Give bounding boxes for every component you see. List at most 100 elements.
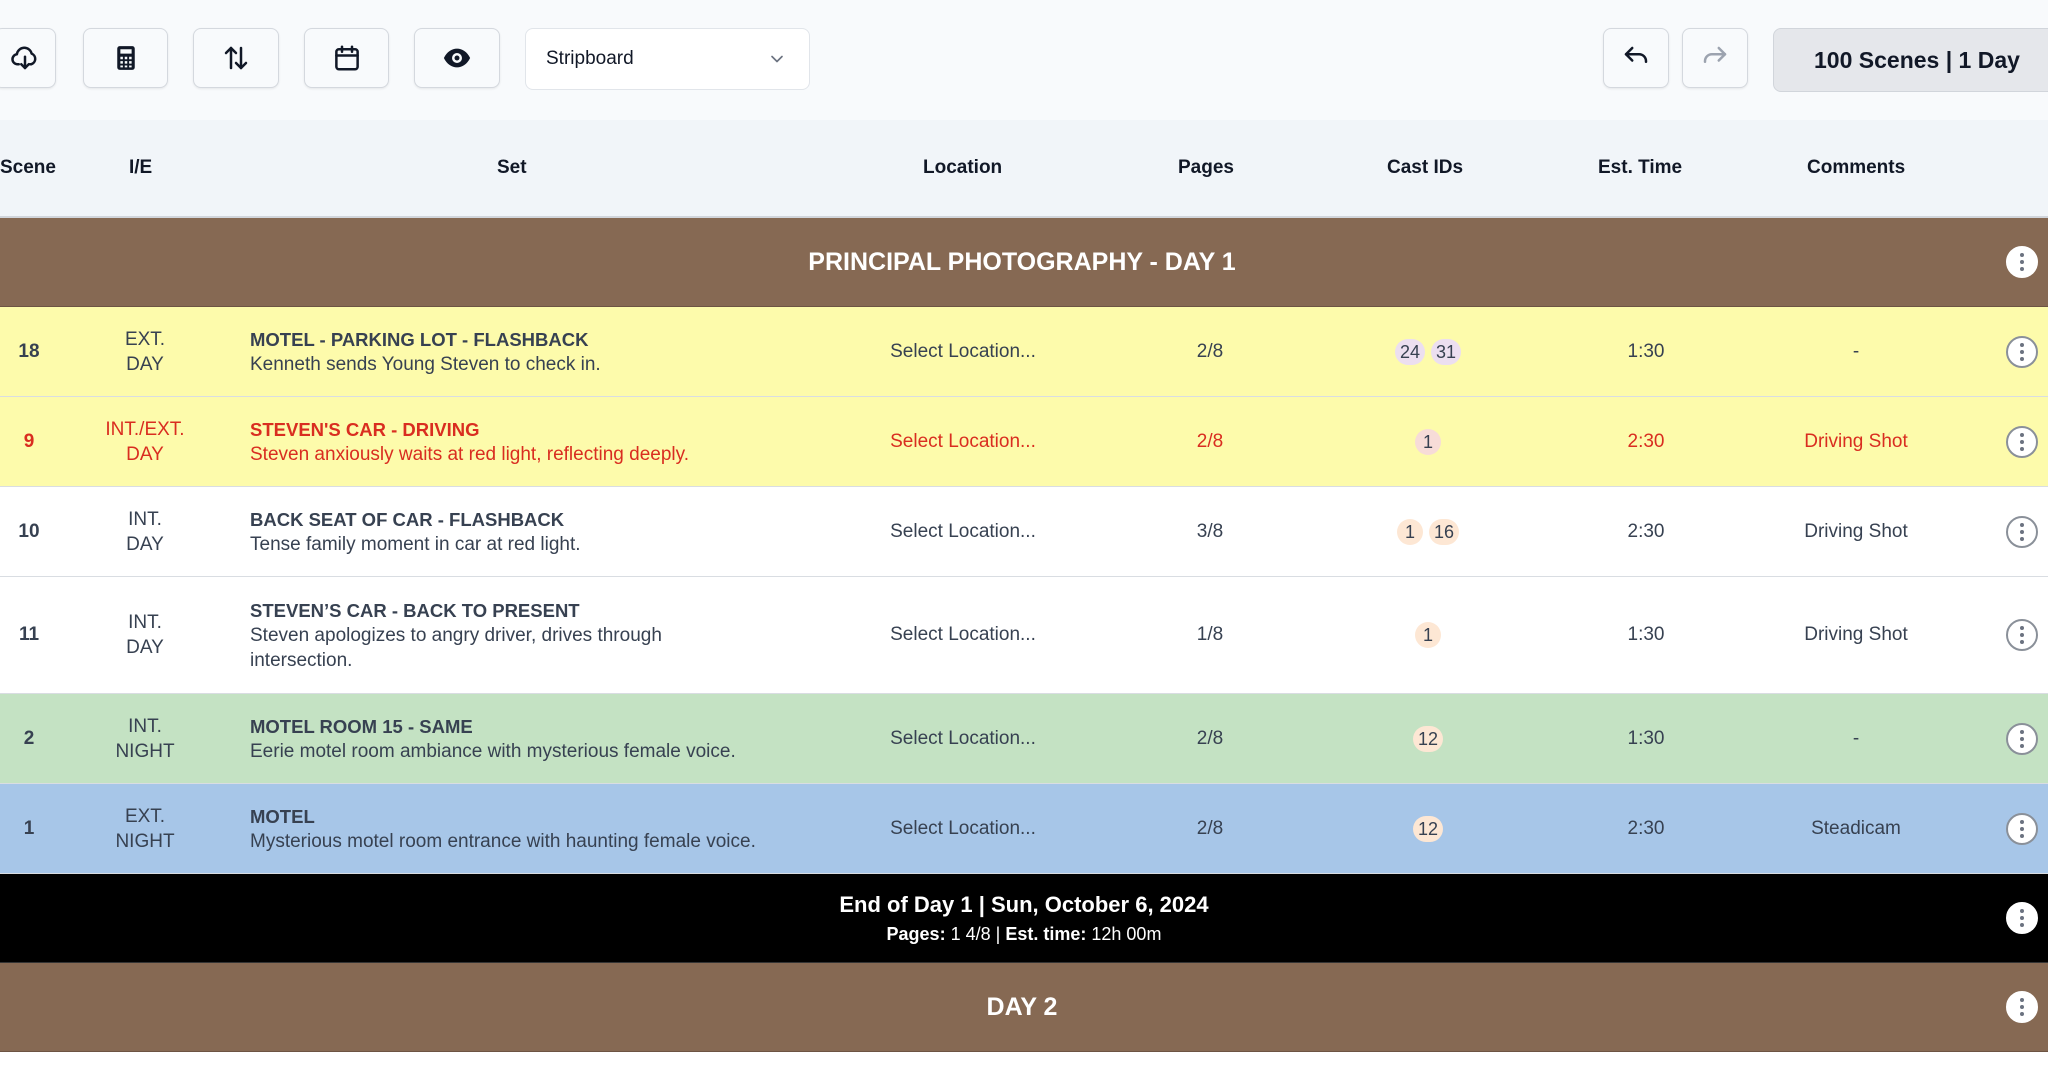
page-count: 1/8: [1196, 624, 1224, 645]
row-menu: [2004, 487, 2040, 576]
more-options-icon[interactable]: [2006, 902, 2038, 934]
cast-ids: 12: [1328, 694, 1528, 783]
end-of-day-title: End of Day 1 | Sun, October 6, 2024: [839, 892, 1209, 917]
set-cell: MOTEL ROOM 15 - SAME Eerie motel room amb…: [250, 694, 850, 783]
ie-cell: EXT. DAY: [80, 307, 210, 396]
time-of-day-label: DAY: [126, 353, 164, 375]
cast-id-badge[interactable]: 12: [1412, 815, 1444, 842]
column-header-set[interactable]: Set: [497, 120, 527, 216]
ie-cell: INT./EXT. DAY: [80, 397, 210, 486]
set-title: STEVEN’S CAR - BACK TO PRESENT: [250, 599, 580, 621]
stats-divider: |: [995, 924, 1001, 944]
set-title: STEVEN'S CAR - DRIVING: [250, 418, 480, 440]
redo-button[interactable]: [1682, 28, 1748, 88]
scene-description: Kenneth sends Young Steven to check in.: [250, 353, 601, 375]
day-band-day1[interactable]: PRINCIPAL PHOTOGRAPHY - DAY 1: [0, 218, 2048, 307]
table-header: Scene I/E Set Location Pages Cast IDs Es…: [0, 120, 2048, 218]
cast-id-badge[interactable]: 1: [1415, 622, 1441, 648]
set-cell: MOTEL Mysterious motel room entrance with…: [250, 784, 850, 873]
view-select[interactable]: Stripboard: [525, 28, 810, 90]
scene-description: Eerie motel room ambiance with mysteriou…: [250, 740, 736, 762]
location-select[interactable]: Select Location...: [863, 577, 1063, 693]
cast-id-badge[interactable]: 12: [1412, 725, 1444, 752]
end-of-day-strip[interactable]: End of Day 1 | Sun, October 6, 2024 Page…: [0, 874, 2048, 963]
column-header-location[interactable]: Location: [923, 120, 1002, 216]
comments: Driving Shot: [1804, 624, 1908, 645]
set-title: BACK SEAT OF CAR - FLASHBACK: [250, 508, 565, 530]
comments: Driving Shot: [1804, 520, 1908, 542]
ie-label: INT.: [128, 612, 162, 633]
time-of-day-label: DAY: [126, 637, 164, 658]
more-options-icon[interactable]: [2006, 991, 2038, 1023]
page-count: 2/8: [1196, 727, 1224, 749]
download-button[interactable]: [0, 28, 56, 88]
ie-cell: EXT. NIGHT: [80, 784, 210, 873]
scene-row[interactable]: 18 EXT. DAY MOTEL - PARKING LOT - FLASHBA…: [0, 307, 2048, 397]
day-band-day2[interactable]: DAY 2: [0, 963, 2048, 1052]
comments: -: [1852, 727, 1860, 749]
location-select[interactable]: Select Location...: [863, 487, 1063, 576]
more-options-icon[interactable]: [2006, 425, 2038, 458]
scene-row[interactable]: 2 INT. NIGHT MOTEL ROOM 15 - SAME Eerie mo…: [0, 694, 2048, 784]
est-time-label: Est. time:: [1005, 924, 1087, 944]
location-select[interactable]: Select Location...: [863, 397, 1063, 486]
row-menu: [2004, 397, 2040, 486]
cast-ids: 24 31: [1328, 307, 1528, 396]
scene-row[interactable]: 9 INT./EXT. DAY STEVEN'S CAR - DRIVING Ste…: [0, 397, 2048, 487]
scene-day-summary[interactable]: 100 Scenes | 1 Day: [1773, 28, 2048, 92]
column-header-comments[interactable]: Comments: [1807, 120, 1905, 216]
more-options-icon[interactable]: [2006, 722, 2038, 755]
set-cell: MOTEL - PARKING LOT - FLASHBACK Kenneth s…: [250, 307, 850, 396]
cast-id-badge[interactable]: 16: [1428, 518, 1460, 545]
calendar-button[interactable]: [304, 28, 389, 88]
scene-number: 11: [18, 624, 40, 645]
scene-number: 2: [23, 727, 35, 749]
day-band-title: PRINCIPAL PHOTOGRAPHY - DAY 1: [808, 247, 1236, 276]
cast-id-badge[interactable]: 24: [1394, 338, 1425, 365]
sort-arrows-icon: [224, 46, 248, 70]
column-header-cast-ids[interactable]: Cast IDs: [1387, 120, 1463, 216]
est-time: 1:30: [1627, 340, 1665, 362]
cast-ids: 1 16: [1328, 487, 1528, 576]
column-header-pages[interactable]: Pages: [1178, 120, 1234, 216]
cast-id-badge[interactable]: 1: [1415, 428, 1441, 455]
eye-icon: [443, 48, 471, 68]
undo-button[interactable]: [1603, 28, 1669, 88]
more-options-icon[interactable]: [2006, 515, 2038, 548]
redo-icon: [1703, 46, 1727, 63]
page-count: 2/8: [1196, 817, 1224, 839]
row-menu: [2004, 577, 2040, 693]
end-of-day-stats: Pages: 1 4/8 | Est. time: 12h 00m: [0, 924, 2048, 945]
ie-cell: INT. DAY: [80, 577, 210, 693]
scene-description: Tense family moment in car at red light.: [250, 533, 581, 555]
scene-description: Mysterious motel room entrance with haun…: [250, 830, 756, 852]
column-header-scene[interactable]: Scene: [0, 120, 56, 216]
ie-label: INT./EXT.: [105, 418, 185, 440]
location-select[interactable]: Select Location...: [863, 694, 1063, 783]
page-count: 2/8: [1196, 430, 1224, 452]
set-title: MOTEL - PARKING LOT - FLASHBACK: [250, 328, 589, 350]
column-header-ie[interactable]: I/E: [129, 120, 152, 216]
cast-id-badge[interactable]: 1: [1396, 518, 1423, 545]
undo-icon: [1624, 46, 1648, 63]
est-time-value: 12h 00m: [1091, 924, 1162, 944]
column-header-est-time[interactable]: Est. Time: [1598, 120, 1682, 216]
scene-row[interactable]: 10 INT. DAY BACK SEAT OF CAR - FLASHBACK T…: [0, 487, 2048, 577]
scene-row[interactable]: 1 EXT. NIGHT MOTEL Mysterious motel room e…: [0, 784, 2048, 874]
more-options-icon[interactable]: [2006, 812, 2038, 845]
ie-cell: INT. NIGHT: [80, 694, 210, 783]
location-select[interactable]: Select Location...: [863, 307, 1063, 396]
visibility-button[interactable]: [414, 28, 500, 88]
sort-button[interactable]: [193, 28, 279, 88]
calculator-button[interactable]: [83, 28, 168, 88]
more-options-icon[interactable]: [2006, 246, 2038, 278]
cast-id-badge[interactable]: 31: [1431, 338, 1462, 365]
more-options-icon[interactable]: [2006, 335, 2038, 368]
time-of-day-label: DAY: [126, 533, 164, 555]
more-options-icon[interactable]: [2006, 619, 2038, 651]
est-time: 2:30: [1627, 520, 1665, 542]
location-select[interactable]: Select Location...: [863, 784, 1063, 873]
cloud-download-icon: [11, 46, 37, 70]
scene-row[interactable]: 11 INT. DAY STEVEN’S CAR - BACK TO PRESEN…: [0, 577, 2048, 694]
page-count: 2/8: [1196, 340, 1224, 362]
